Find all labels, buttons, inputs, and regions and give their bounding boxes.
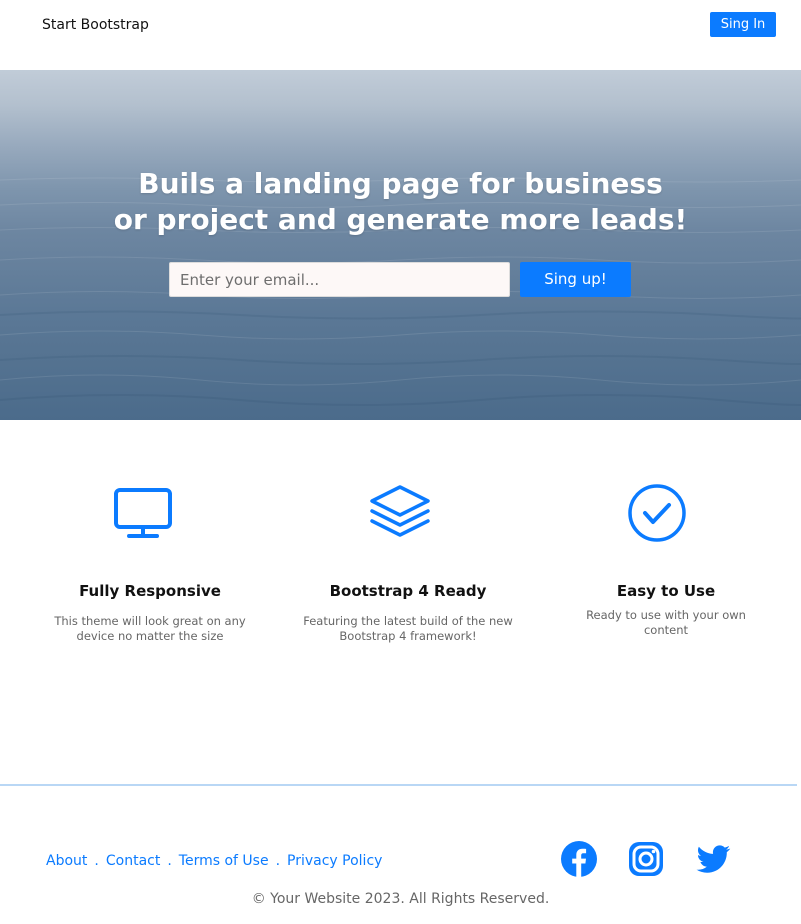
link-separator: .: [167, 853, 172, 869]
feature-description-line: device no matter the size: [76, 629, 224, 643]
brand-link[interactable]: Start Bootstrap: [42, 17, 149, 33]
feature-title: Easy to Use: [616, 582, 716, 600]
twitter-icon[interactable]: [694, 840, 732, 878]
check-circle-icon: [628, 484, 686, 542]
hero-title: Buils a landing page for business or pro…: [0, 166, 801, 238]
sign-up-button[interactable]: Sing up!: [520, 262, 631, 297]
layers-icon: [370, 485, 430, 537]
feature-description-line: Bootstrap 4 framework!: [339, 629, 477, 643]
email-input[interactable]: [169, 262, 510, 297]
sea-background: [0, 177, 801, 406]
footer-links: About. Contact. Terms of Use. Privacy Polic…: [46, 853, 382, 869]
feature-description: This theme will look great on any device…: [21, 614, 279, 644]
footer-divider: [0, 784, 797, 786]
facebook-icon[interactable]: [560, 840, 598, 878]
hero-title-line-1: Buils a landing page for business: [138, 167, 663, 200]
feature-title: Bootstrap 4 Ready: [329, 582, 487, 600]
monitor-icon: [114, 488, 172, 538]
hero-title-line-2: or project and generate more leads!: [113, 203, 688, 236]
feature-description: Featuring the latest build of the new Bo…: [279, 614, 537, 644]
footer-link-privacy[interactable]: Privacy Policy: [287, 853, 382, 869]
link-separator: .: [275, 853, 281, 869]
feature-easy-to-use: Easy to Use Ready to use with your own c…: [537, 480, 795, 637]
feature-description-line: content: [643, 623, 689, 637]
hero-section: Buils a landing page for business or pro…: [0, 70, 801, 420]
footer-link-terms[interactable]: Terms of Use: [179, 853, 269, 869]
footer-link-contact[interactable]: Contact: [106, 853, 160, 869]
feature-description-line: Featuring the latest build of the new: [303, 614, 513, 628]
feature-bootstrap-ready: Bootstrap 4 Ready Featuring the latest b…: [279, 480, 537, 643]
instagram-icon[interactable]: [627, 840, 665, 878]
navbar: Start Bootstrap Sing In: [0, 0, 801, 70]
feature-description-line: This theme will look great on any: [54, 614, 246, 628]
feature-description-line: Ready to use with your own: [586, 608, 746, 622]
feature-title: Fully Responsive: [79, 582, 221, 600]
sign-in-button[interactable]: Sing In: [710, 12, 776, 37]
feature-fully-responsive: Fully Responsive This theme will look gr…: [21, 480, 279, 643]
feature-description: Ready to use with your own content: [537, 608, 795, 638]
link-separator: .: [94, 853, 99, 869]
copyright-text: © Your Website 2023. All Rights Reserved…: [251, 891, 550, 907]
footer-link-about[interactable]: About: [46, 853, 87, 869]
